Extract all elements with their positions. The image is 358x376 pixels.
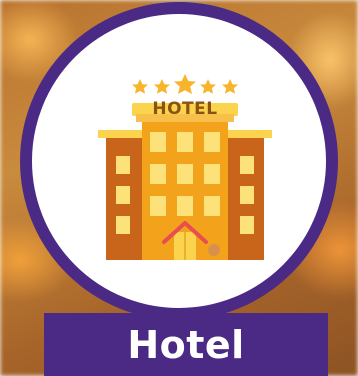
hotel-icon: HOTEL [98, 74, 272, 260]
label-banner: Hotel [44, 313, 328, 376]
rating-stars [132, 74, 238, 94]
main-tower-roof [136, 114, 234, 122]
category-label: Hotel [127, 322, 245, 367]
shrub [208, 244, 220, 256]
main-windows [150, 132, 220, 216]
star-icon [222, 79, 238, 94]
star-icon [132, 79, 148, 94]
star-icon [200, 79, 216, 94]
star-icon [154, 79, 170, 94]
star-icon [174, 74, 196, 94]
